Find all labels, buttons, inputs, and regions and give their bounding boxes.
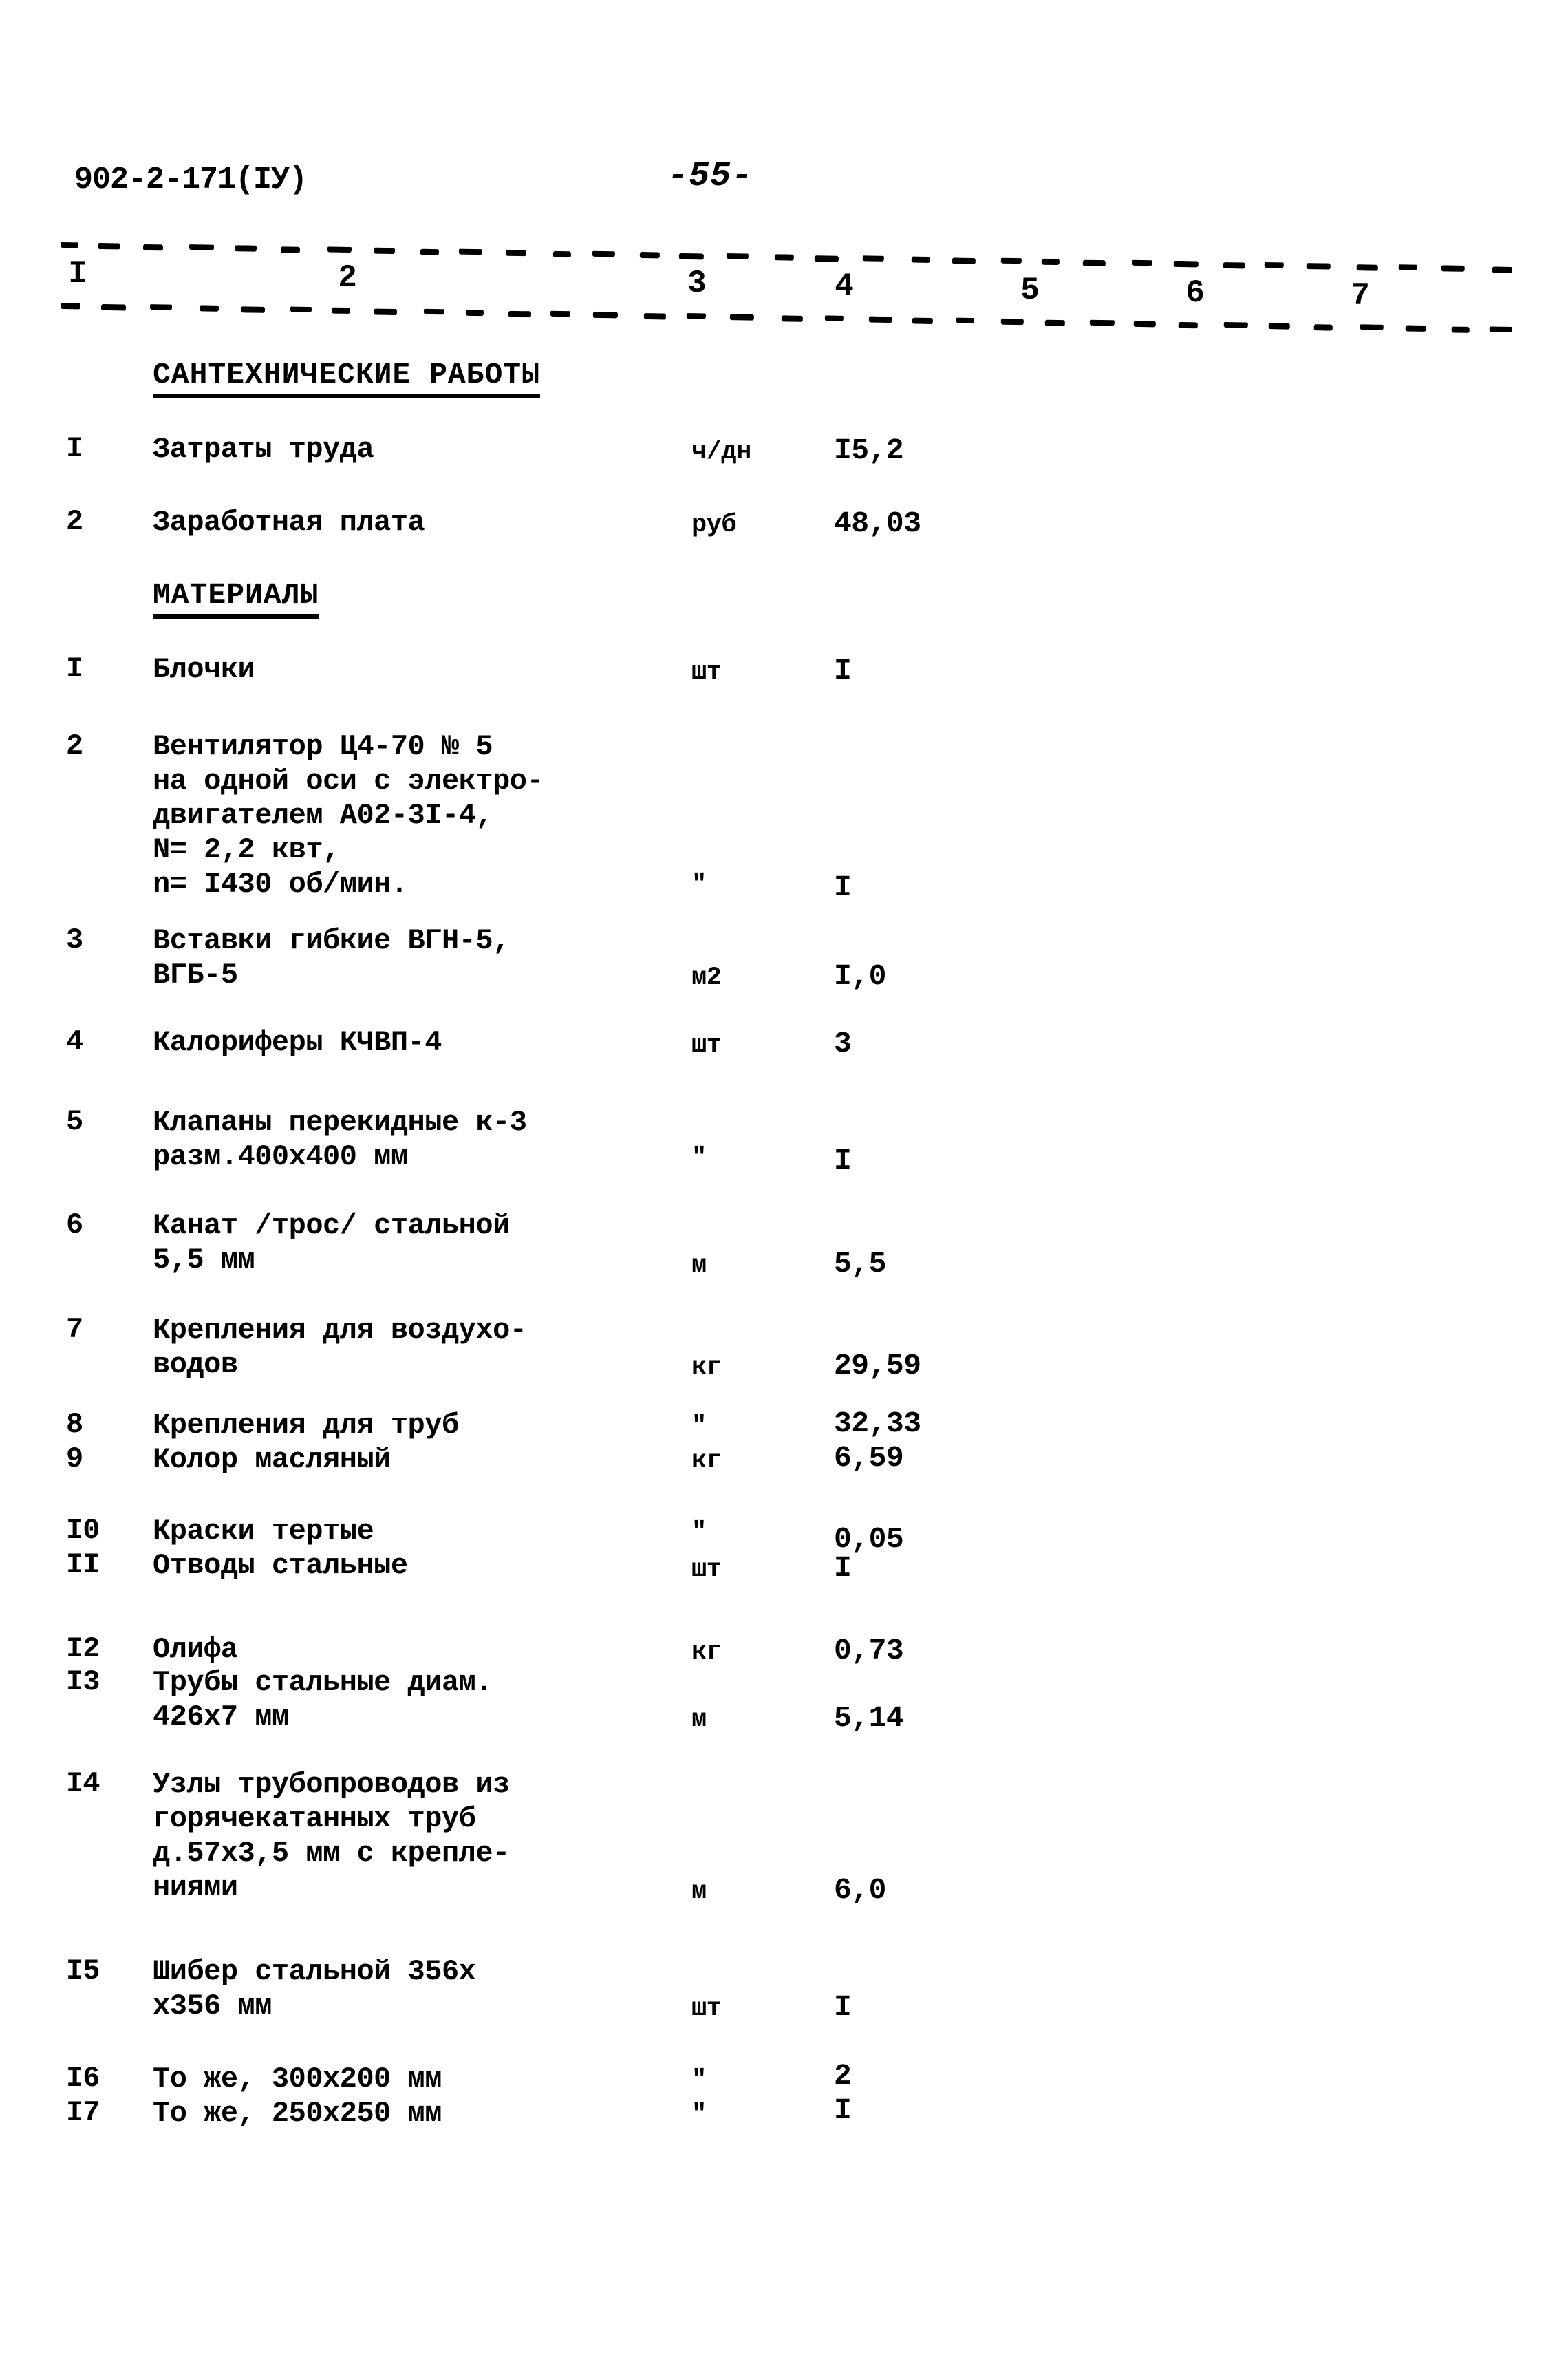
row-value: I bbox=[834, 871, 852, 904]
row-unit: " bbox=[691, 2100, 707, 2129]
row-number: 2 bbox=[66, 729, 83, 762]
row-name: Калориферы КЧВП-4 bbox=[153, 1026, 442, 1059]
row-number: I3 bbox=[66, 1665, 100, 1698]
row-value: 5,14 bbox=[834, 1701, 904, 1735]
section-heading-santekhnicheskie-raboty: САНТЕХНИЧЕСКИЕ РАБОТЫ bbox=[153, 358, 540, 398]
row-unit: " bbox=[691, 2066, 707, 2095]
section-heading-label: МАТЕРИАЛЫ bbox=[153, 578, 319, 619]
row-value: 3 bbox=[834, 1027, 852, 1060]
row-value: 0,73 bbox=[834, 1634, 904, 1667]
row-unit: " bbox=[691, 1412, 707, 1441]
row-unit: шт bbox=[691, 1994, 722, 2023]
row-unit: шт bbox=[691, 658, 722, 687]
row-name: Трубы стальные диам. 426х7 мм bbox=[153, 1666, 493, 1734]
row-number: I2 bbox=[66, 1632, 100, 1665]
row-number: 2 bbox=[66, 505, 83, 538]
section-heading-materialy: МАТЕРИАЛЫ bbox=[153, 578, 319, 619]
row-value: 6,59 bbox=[834, 1441, 904, 1475]
row-number: 3 bbox=[66, 924, 83, 957]
table-body: САНТЕХНИЧЕСКИЕ РАБОТЫ I Затраты труда ч/… bbox=[0, 0, 1568, 2357]
row-unit: м bbox=[691, 1251, 707, 1280]
row-value: 6,0 bbox=[834, 1873, 886, 1907]
row-number: 4 bbox=[66, 1025, 83, 1058]
row-name: Затраты труда bbox=[153, 433, 374, 466]
row-number: 6 bbox=[66, 1208, 83, 1241]
row-value: I5,2 bbox=[834, 434, 904, 467]
row-name: Краски тертые bbox=[153, 1515, 374, 1548]
row-unit: " bbox=[691, 1518, 707, 1547]
row-name: Вентилятор Ц4-70 № 5 на одной оси с элек… bbox=[153, 730, 544, 901]
row-value: I bbox=[834, 2093, 852, 2127]
section-heading-label: САНТЕХНИЧЕСКИЕ РАБОТЫ bbox=[153, 358, 540, 398]
row-value: 2 bbox=[834, 2059, 852, 2093]
row-value: I bbox=[834, 654, 852, 687]
row-number: I bbox=[66, 432, 83, 465]
row-name: Отводы стальные bbox=[153, 1549, 408, 1582]
row-name: Блочки bbox=[153, 653, 255, 686]
row-number: II bbox=[66, 1548, 100, 1581]
row-number: I4 bbox=[66, 1767, 100, 1800]
row-number: 7 bbox=[66, 1313, 83, 1346]
row-number: I7 bbox=[66, 2096, 100, 2129]
row-unit: кг bbox=[691, 1353, 722, 1382]
row-unit: шт bbox=[691, 1555, 722, 1584]
row-unit: " bbox=[691, 871, 707, 899]
row-number: I5 bbox=[66, 1954, 100, 1987]
row-name: Канат /трос/ стальной 5,5 мм bbox=[153, 1209, 510, 1277]
row-number: I bbox=[66, 652, 83, 685]
row-value: 48,03 bbox=[834, 506, 921, 540]
row-value: 5,5 bbox=[834, 1247, 886, 1281]
row-name: Крепления для воздухо- водов bbox=[153, 1314, 527, 1381]
row-unit: шт bbox=[691, 1031, 722, 1060]
row-unit: руб bbox=[691, 511, 737, 540]
row-name: Вставки гибкие ВГН-5, ВГБ-5 bbox=[153, 924, 510, 992]
row-name: Клапаны перекидные к-3 разм.400х400 мм bbox=[153, 1106, 527, 1173]
row-number: 8 bbox=[66, 1408, 83, 1441]
row-value: I bbox=[834, 1990, 852, 2024]
row-value: I bbox=[834, 1551, 852, 1585]
row-unit: кг bbox=[691, 1638, 722, 1667]
row-number: I6 bbox=[66, 2062, 100, 2095]
row-value: 29,59 bbox=[834, 1349, 921, 1383]
row-name: Олифа bbox=[153, 1633, 238, 1666]
row-unit: м2 bbox=[691, 963, 722, 992]
row-unit: ч/дн bbox=[691, 438, 751, 467]
row-unit: кг bbox=[691, 1447, 722, 1475]
row-number: 5 bbox=[66, 1105, 83, 1138]
row-name: Узлы трубопроводов из горячекатанных тру… bbox=[153, 1768, 510, 1904]
row-number: I0 bbox=[66, 1514, 100, 1547]
row-name: Крепления для труб bbox=[153, 1409, 459, 1442]
row-value: I bbox=[834, 1144, 852, 1177]
row-name: Колор масляный bbox=[153, 1443, 391, 1476]
row-value: 32,33 bbox=[834, 1407, 921, 1440]
row-name: Заработная плата bbox=[153, 506, 425, 539]
row-name: То же, 300х200 мм bbox=[153, 2062, 442, 2095]
row-unit: м bbox=[691, 1705, 707, 1734]
row-unit: " bbox=[691, 1144, 707, 1173]
row-name: Шибер стальной 356х х356 мм bbox=[153, 1955, 476, 2023]
row-name: То же, 250х250 мм bbox=[153, 2097, 442, 2130]
row-value: I,0 bbox=[834, 959, 886, 993]
row-number: 9 bbox=[66, 1442, 83, 1475]
row-unit: м bbox=[691, 1877, 707, 1906]
